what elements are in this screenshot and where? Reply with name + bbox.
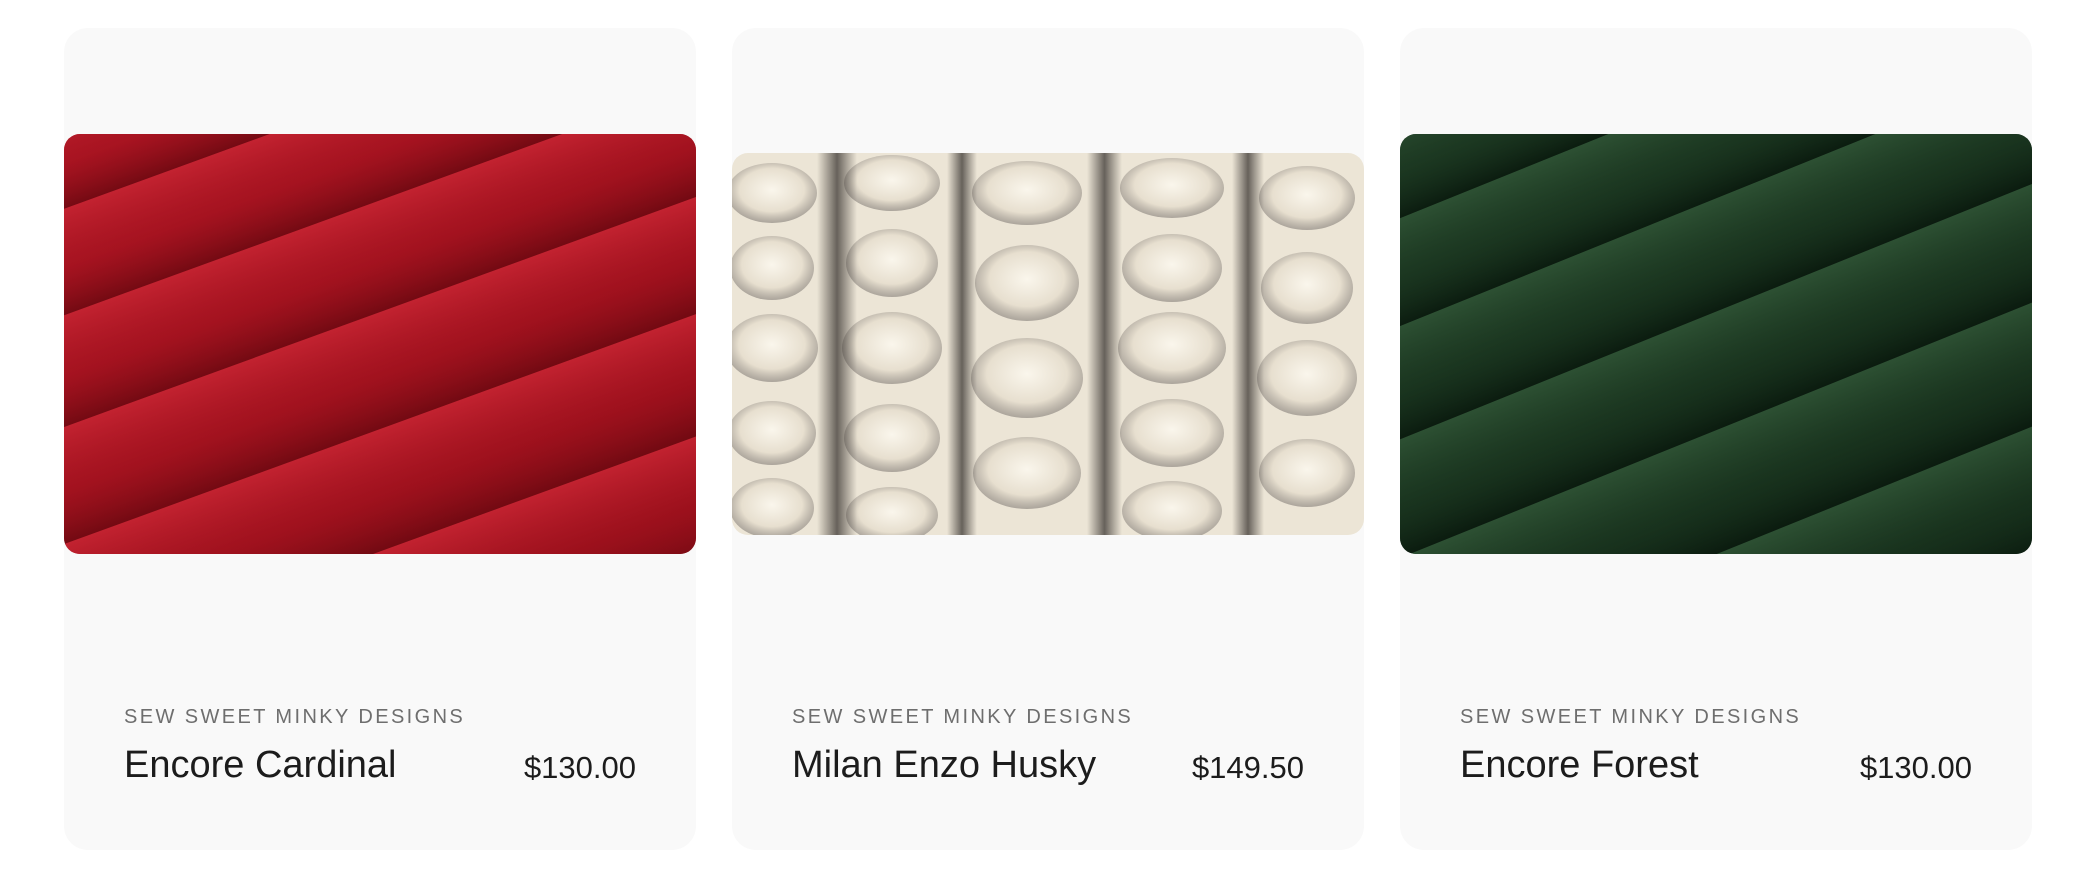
product-title[interactable]: Encore Cardinal — [124, 744, 396, 787]
product-title[interactable]: Encore Forest — [1460, 744, 1699, 787]
product-card[interactable]: SEW SWEET MINKY DESIGNS Encore Cardinal … — [64, 28, 696, 850]
product-image[interactable] — [64, 134, 696, 554]
product-price: $130.00 — [1859, 750, 1972, 785]
product-title[interactable]: Milan Enzo Husky — [792, 744, 1096, 787]
product-price: $130.00 — [523, 750, 636, 785]
product-image[interactable] — [732, 153, 1364, 535]
product-card[interactable]: SEW SWEET MINKY DESIGNS Encore Forest $1… — [1400, 28, 2032, 850]
product-grid: SEW SWEET MINKY DESIGNS Encore Cardinal … — [0, 0, 2073, 870]
product-card[interactable]: SEW SWEET MINKY DESIGNS Milan Enzo Husky… — [732, 28, 1364, 850]
product-image[interactable] — [1400, 134, 2032, 554]
product-brand: SEW SWEET MINKY DESIGNS — [124, 706, 466, 728]
product-brand: SEW SWEET MINKY DESIGNS — [1460, 706, 1802, 728]
product-price: $149.50 — [1191, 750, 1304, 785]
product-brand: SEW SWEET MINKY DESIGNS — [792, 706, 1134, 728]
